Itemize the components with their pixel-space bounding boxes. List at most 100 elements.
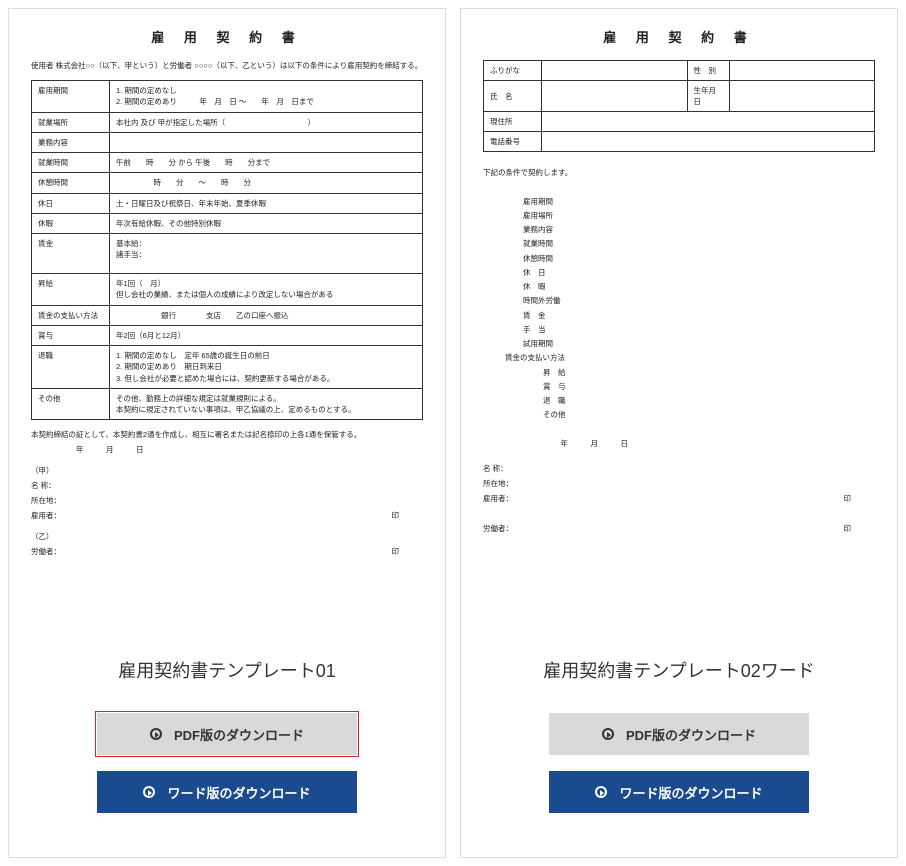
template-label: 雇用契約書テンプレート01 xyxy=(19,657,435,683)
row-value: 年2回（6月と12月） xyxy=(110,325,423,345)
sig-line: 名 称： xyxy=(483,461,875,476)
card-footer-2: 雇用契約書テンプレート02ワード PDF版のダウンロード ワード版のダウンロード xyxy=(461,609,897,857)
term-item: その他 xyxy=(543,408,875,422)
stamp-mark: 印 xyxy=(392,508,400,523)
button-label: PDF版のダウンロード xyxy=(626,725,756,744)
term-item: 就業時間 xyxy=(523,237,875,251)
sig-head: （甲） xyxy=(31,463,423,478)
term-item: 休憩時間 xyxy=(523,252,875,266)
hcell-empty xyxy=(542,132,875,152)
row-label: 休日 xyxy=(32,193,110,213)
row-value xyxy=(110,132,423,152)
hcell: 現住所 xyxy=(484,112,542,132)
document-preview-2: 雇 用 契 約 書 ふりがな 性 別 氏 名 生年月日 現住所 xyxy=(461,9,897,609)
sig-line: 労働者：印 xyxy=(483,521,875,536)
card-footer-1: 雇用契約書テンプレート01 PDF版のダウンロード ワード版のダウンロード xyxy=(9,609,445,857)
row-value: 基本給： 諸手当： xyxy=(110,234,423,274)
document-preview-1: 雇 用 契 約 書 使用者 株式会社○○（以下、甲という）と労働者 ○○○○（以… xyxy=(9,9,445,609)
doc1-signature-a: （甲） 名 称： 所在地： 雇用者：印 xyxy=(31,463,423,523)
doc2-title: 雇 用 契 約 書 xyxy=(483,27,875,46)
hcell-empty xyxy=(542,61,688,81)
row-label: 賃金の支払い方法 xyxy=(32,305,110,325)
download-word-button[interactable]: ワード版のダウンロード xyxy=(97,771,357,813)
row-value: その他、勤務上の詳細な規定は就業規則による。 本契約に規定されていない事項は、甲… xyxy=(110,388,423,420)
row-label: 業務内容 xyxy=(32,132,110,152)
term-item: 賃金の支払い方法 xyxy=(505,351,875,365)
download-pdf-button[interactable]: PDF版のダウンロード xyxy=(97,713,357,755)
doc1-closing: 本契約締結の証として、本契約書2通を作成し、相互に署名または記名捺印の上各1通を… xyxy=(31,428,423,457)
hcell: 生年月日 xyxy=(687,81,729,112)
term-item: 賃 金 xyxy=(523,309,875,323)
sig-head: （乙） xyxy=(31,529,423,544)
doc1-title: 雇 用 契 約 書 xyxy=(31,27,423,46)
term-item: 退 職 xyxy=(543,394,875,408)
row-value: 土・日曜日及び祝祭日、年末年始、夏季休暇 xyxy=(110,193,423,213)
doc1-signature-b: （乙） 労働者：印 xyxy=(31,529,423,559)
row-value: 午前 時 分 から 午後 時 分まで xyxy=(110,153,423,173)
row-label: 休暇 xyxy=(32,213,110,233)
row-value: 1. 期間の定めなし 定年 65歳の誕生日の前日 2. 期間の定めあり 期日到来… xyxy=(110,346,423,389)
arrow-icon xyxy=(143,786,155,798)
row-label: その他 xyxy=(32,388,110,420)
template-card-1: 雇 用 契 約 書 使用者 株式会社○○（以下、甲という）と労働者 ○○○○（以… xyxy=(8,8,446,858)
sig-line: 労働者：印 xyxy=(31,544,423,559)
template-label: 雇用契約書テンプレート02ワード xyxy=(471,657,887,683)
hcell-empty xyxy=(542,81,688,112)
row-label: 雇用期間 xyxy=(32,81,110,113)
sig-line: 所在地： xyxy=(31,493,423,508)
term-item: 雇用場所 xyxy=(523,209,875,223)
term-item: 試用期間 xyxy=(523,337,875,351)
term-item: 昇 給 xyxy=(543,366,875,380)
row-label: 賞与 xyxy=(32,325,110,345)
term-item: 賞 与 xyxy=(543,380,875,394)
term-item: 業務内容 xyxy=(523,223,875,237)
hcell: 電話番号 xyxy=(484,132,542,152)
term-item: 雇用期間 xyxy=(523,195,875,209)
stamp-mark: 印 xyxy=(844,491,852,506)
sig-line: 雇用者：印 xyxy=(483,491,875,506)
doc2-signature: 名 称： 所在地： 雇用者：印 労働者：印 xyxy=(483,461,875,536)
row-label: 昇給 xyxy=(32,274,110,306)
sig-line: 名 称： xyxy=(31,478,423,493)
doc1-table: 雇用期間1. 期間の定めなし 2. 期間の定めあり 年 月 日 ～ 年 月 日ま… xyxy=(31,80,423,420)
terms-lead: 下記の条件で契約します。 xyxy=(483,166,875,180)
doc2-date: 年 月 日 xyxy=(523,437,875,451)
arrow-icon xyxy=(595,786,607,798)
button-label: ワード版のダウンロード xyxy=(619,783,762,802)
row-label: 退職 xyxy=(32,346,110,389)
stamp-mark: 印 xyxy=(392,544,400,559)
row-value: 1. 期間の定めなし 2. 期間の定めあり 年 月 日 ～ 年 月 日まで xyxy=(110,81,423,113)
row-label: 就業場所 xyxy=(32,112,110,132)
template-card-2: 雇 用 契 約 書 ふりがな 性 別 氏 名 生年月日 現住所 xyxy=(460,8,898,858)
hcell: ふりがな xyxy=(484,61,542,81)
arrow-icon xyxy=(602,728,614,740)
term-item: 手 当 xyxy=(523,323,875,337)
hcell: 氏 名 xyxy=(484,81,542,112)
stamp-mark: 印 xyxy=(844,521,852,536)
doc1-intro: 使用者 株式会社○○（以下、甲という）と労働者 ○○○○（以下、乙という）は以下… xyxy=(31,60,423,72)
row-label: 休憩時間 xyxy=(32,173,110,193)
row-label: 賃金 xyxy=(32,234,110,274)
button-label: ワード版のダウンロード xyxy=(167,783,310,802)
download-word-button[interactable]: ワード版のダウンロード xyxy=(549,771,809,813)
hcell: 性 別 xyxy=(687,61,729,81)
row-value: 年次有給休暇、その他特別休暇 xyxy=(110,213,423,233)
button-label: PDF版のダウンロード xyxy=(174,725,304,744)
hcell-empty xyxy=(542,112,875,132)
row-value: 時 分 ～ 時 分 xyxy=(110,173,423,193)
hcell-empty xyxy=(729,81,875,112)
sig-line: 所在地： xyxy=(483,476,875,491)
doc2-header-table: ふりがな 性 別 氏 名 生年月日 現住所 電話番号 xyxy=(483,60,875,152)
row-value: 年1回（ 月） 但し会社の業績、または個人の成績により改定しない場合がある xyxy=(110,274,423,306)
term-item: 休 日 xyxy=(523,266,875,280)
doc2-terms: 下記の条件で契約します。 雇用期間 雇用場所 業務内容 就業時間 休憩時間 休 … xyxy=(483,166,875,451)
term-item: 休 暇 xyxy=(523,280,875,294)
row-value: 本社内 及び 甲が指定した場所（ ） xyxy=(110,112,423,132)
download-pdf-button[interactable]: PDF版のダウンロード xyxy=(549,713,809,755)
row-value: 銀行 支店 乙の口座へ振込 xyxy=(110,305,423,325)
arrow-icon xyxy=(150,728,162,740)
term-item: 時間外労働 xyxy=(523,294,875,308)
hcell-empty xyxy=(729,61,875,81)
row-label: 就業時間 xyxy=(32,153,110,173)
sig-line: 雇用者：印 xyxy=(31,508,423,523)
